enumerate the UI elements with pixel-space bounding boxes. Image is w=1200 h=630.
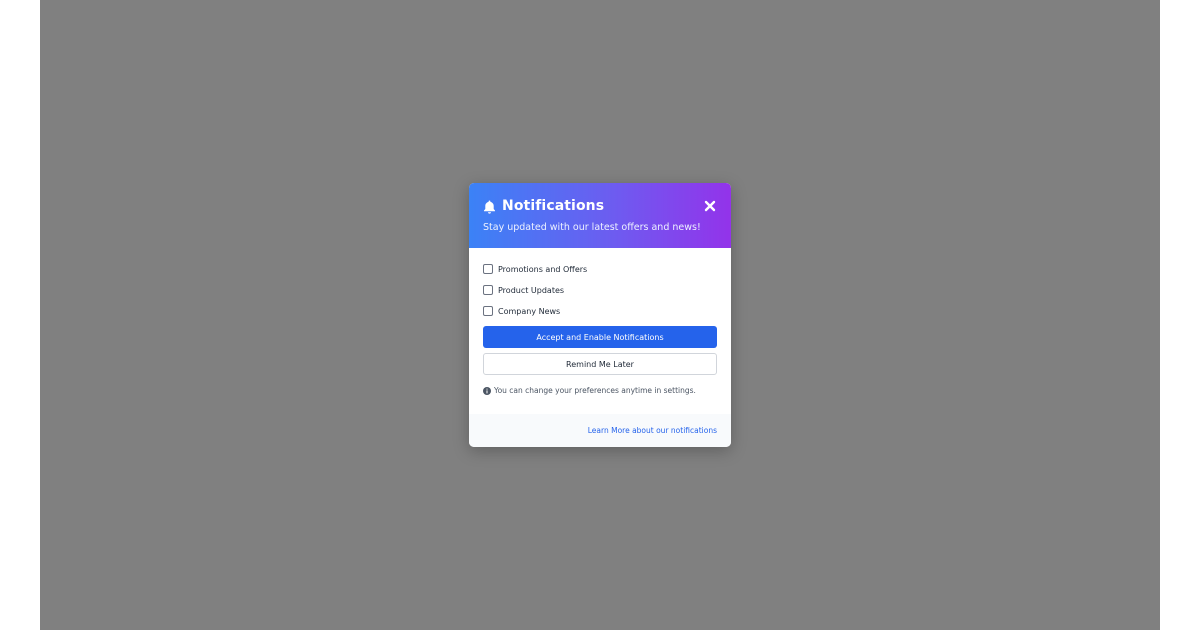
modal-subtitle: Stay updated with our latest offers and … (483, 222, 701, 233)
promotions-checkbox[interactable] (483, 264, 493, 274)
modal-header: Notifications Stay updated with our late… (469, 183, 731, 248)
option-promotions: Promotions and Offers (483, 262, 717, 276)
note-text: You can change your preferences anytime … (494, 386, 696, 395)
preferences-note: You can change your preferences anytime … (483, 386, 717, 395)
info-icon (483, 386, 491, 395)
close-button[interactable] (703, 199, 717, 213)
option-company-news: Company News (483, 304, 717, 318)
company-news-checkbox[interactable] (483, 306, 493, 316)
product-updates-checkbox[interactable] (483, 285, 493, 295)
modal-body: Promotions and Offers Product Updates Co… (469, 248, 731, 395)
remind-later-button[interactable]: Remind Me Later (483, 353, 717, 375)
option-product-updates: Product Updates (483, 283, 717, 297)
close-icon (704, 200, 716, 212)
product-updates-label[interactable]: Product Updates (498, 286, 564, 295)
company-news-label[interactable]: Company News (498, 307, 560, 316)
title-row: Notifications (483, 197, 717, 215)
notifications-modal: Notifications Stay updated with our late… (469, 183, 731, 447)
bell-icon (483, 199, 496, 214)
learn-more-link[interactable]: Learn More about our notifications (588, 426, 717, 435)
modal-title: Notifications (502, 198, 605, 214)
accept-button[interactable]: Accept and Enable Notifications (483, 326, 717, 348)
promotions-label[interactable]: Promotions and Offers (498, 265, 587, 274)
modal-footer: Learn More about our notifications (469, 414, 731, 447)
